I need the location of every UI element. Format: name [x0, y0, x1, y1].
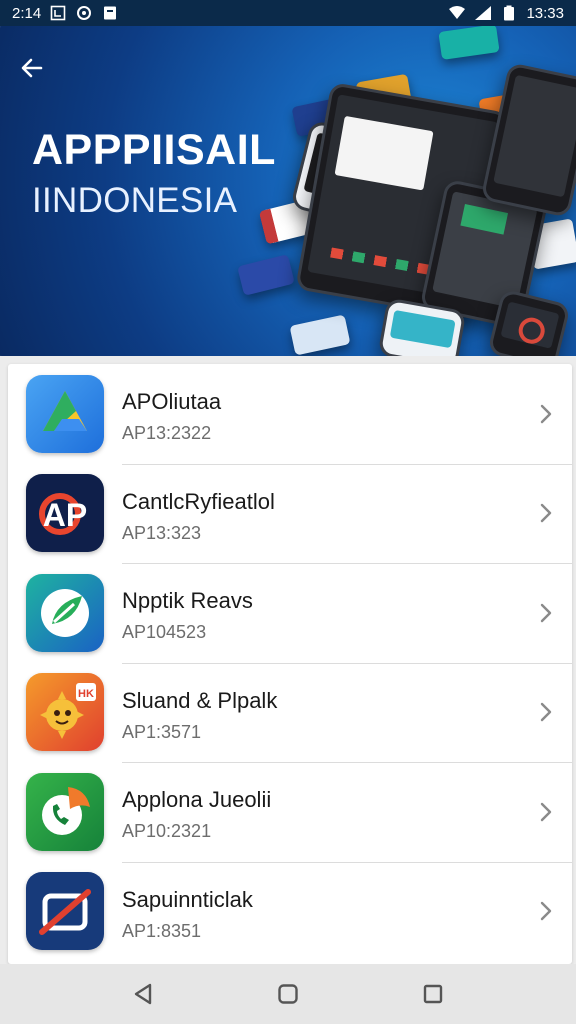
list-item[interactable]: HK Sluand & Plpalk AP1:3571 [8, 662, 572, 763]
back-button[interactable] [14, 50, 50, 86]
drive-triangle-icon [26, 374, 104, 453]
divider [122, 463, 572, 465]
app-text: APOliutaa AP13:2322 [122, 388, 221, 446]
list-item[interactable]: Npptik Reavs AP104523 [8, 563, 572, 663]
app-code: AP1:3571 [122, 721, 202, 742]
phone-call-icon [26, 772, 104, 851]
app-name: APOliutaa [122, 389, 222, 414]
app-list: APOliutaa AP13:2322 AP CantlcRyfieatlol … [8, 364, 572, 964]
app-name: Sapuinnticlak [122, 886, 253, 912]
page-subtitle: IINDONESIA [32, 181, 238, 220]
list-item[interactable]: Applona Jueolii AP10:2321 [8, 762, 572, 862]
list-item[interactable]: AP CantlcRyfieatlol AP13:323 [8, 463, 572, 564]
page-title: APPPIISAIL [32, 126, 276, 174]
screenshot-icon [49, 5, 67, 21]
app-screen: 2:14 13:33 APPPIISAIL IINDONESIA APOliut… [0, 0, 576, 1024]
file-icon [101, 5, 119, 21]
status-bar-right: 13:33 [448, 5, 564, 22]
app-name: Sluand & Plpalk [122, 687, 278, 713]
back-arrow-icon [21, 58, 43, 78]
chevron-right-icon [538, 801, 554, 823]
ap-letters-icon: AP [26, 474, 104, 553]
home-square-icon [278, 984, 298, 1004]
list-item[interactable]: APOliutaa AP13:2322 [8, 364, 572, 464]
app-name: Npptik Reavs [122, 588, 253, 613]
app-code: AP104523 [122, 622, 207, 642]
status-time: 2:14 [12, 4, 42, 22]
chevron-right-icon [538, 900, 554, 922]
nav-back-button[interactable] [123, 974, 163, 1014]
chevron-right-icon [538, 403, 554, 425]
sync-icon [75, 5, 93, 21]
leaf-arrow-icon [26, 573, 104, 652]
status-bar: 2:14 13:33 [0, 0, 576, 26]
list-item[interactable]: Sapuinnticlak AP1:8351 [8, 861, 572, 962]
divider [122, 861, 572, 863]
app-code: AP13:323 [122, 522, 202, 543]
signal-icon [474, 5, 492, 21]
app-text: Sapuinnticlak AP1:8351 [122, 886, 253, 944]
chevron-right-icon [538, 701, 554, 723]
status-clock: 13:33 [526, 4, 564, 22]
app-name: Applona Jueolii [122, 787, 272, 812]
divider [122, 662, 572, 664]
triangle-back-icon [134, 983, 151, 1005]
status-bar-left: 2:14 [12, 5, 119, 22]
chevron-right-icon [538, 602, 554, 624]
app-code: AP1:8351 [122, 920, 202, 941]
svg-text:HK: HK [78, 688, 94, 700]
battery-icon [500, 5, 518, 21]
recents-square-icon [424, 984, 443, 1004]
header-banner: APPPIISAIL IINDONESIA [0, 26, 576, 356]
svg-text:AP: AP [43, 497, 87, 533]
nav-recents-button[interactable] [413, 974, 453, 1014]
divider [122, 762, 572, 763]
app-text: Applona Jueolii AP10:2321 [122, 786, 271, 844]
system-nav-bar [0, 964, 576, 1024]
divider [122, 563, 572, 564]
nav-home-button[interactable] [268, 974, 308, 1014]
app-text: CantlcRyfieatlol AP13:323 [122, 488, 275, 546]
wifi-icon [448, 5, 466, 21]
sun-creature-icon: HK [26, 673, 104, 752]
app-text: Npptik Reavs AP104523 [122, 587, 253, 645]
blocked-camera-icon [26, 872, 104, 951]
app-text: Sluand & Plpalk AP1:3571 [122, 687, 277, 745]
chevron-right-icon [538, 502, 554, 524]
app-code: AP10:2321 [122, 821, 212, 841]
app-name: CantlcRyfieatlol [122, 488, 275, 514]
app-code: AP13:2322 [122, 423, 212, 443]
